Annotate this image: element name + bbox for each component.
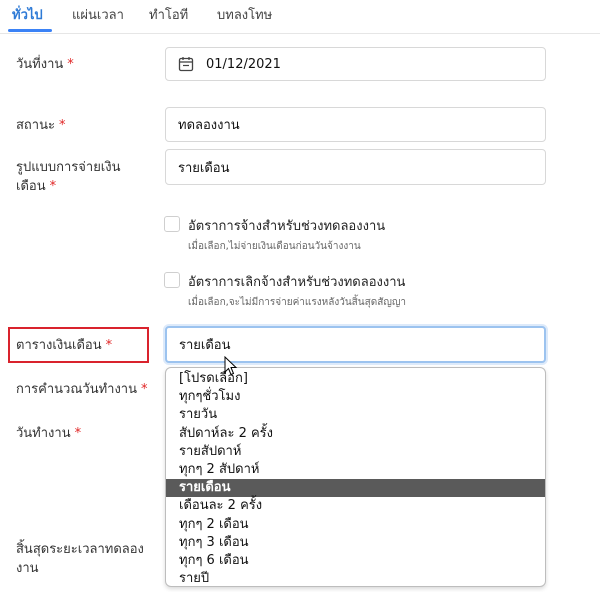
status-label: สถานะ * xyxy=(16,118,66,133)
probation-rate-title: อัตราการจ้างสำหรับช่วงทดลองงาน xyxy=(188,219,386,234)
pay-format-input[interactable]: รายเดือน xyxy=(165,149,546,185)
tab-overtime[interactable]: ทำโอที xyxy=(149,4,188,25)
dropdown-option[interactable]: [โปรดเลือก] xyxy=(166,370,545,388)
mouse-cursor-icon xyxy=(224,355,238,376)
dropdown-option[interactable]: สัปดาห์ละ 2 ครั้ง xyxy=(166,425,545,443)
status-value: ทดลองงาน xyxy=(178,118,240,133)
termination-rate-checkbox[interactable] xyxy=(164,272,180,288)
workday-calc-label: การคำนวณวันทำงาน * xyxy=(16,382,148,397)
pay-format-label: รูปแบบการจ่ายเงิน เดือน * xyxy=(16,160,121,194)
start-date-value: 01/12/2021 xyxy=(206,56,281,72)
tab-bar: ทั่วไป แผ่นเวลา ทำโอที บทลงโทษ xyxy=(0,0,600,34)
status-input[interactable]: ทดลองงาน xyxy=(165,107,546,142)
dropdown-option[interactable]: รายปี xyxy=(166,570,545,586)
tab-timesheet[interactable]: แผ่นเวลา xyxy=(72,4,124,25)
tab-penalty[interactable]: บทลงโทษ xyxy=(217,4,272,25)
workdays-label: วันทำงาน * xyxy=(16,426,82,441)
termination-rate-title: อัตราการเลิกจ้างสำหรับช่วงทดลองงาน xyxy=(188,275,406,290)
pay-schedule-dropdown[interactable]: [โปรดเลือก] ทุกๆชั่วโมง รายวัน สัปดาห์ละ… xyxy=(165,367,546,587)
start-date-label: วันที่งาน * xyxy=(16,57,74,72)
active-tab-indicator xyxy=(8,29,52,32)
pay-format-value: รายเดือน xyxy=(178,160,230,176)
dropdown-option[interactable]: ทุกๆ 2 สัปดาห์ xyxy=(166,461,545,479)
pay-schedule-label: ตารางเงินเดือน * xyxy=(16,338,113,353)
dropdown-option[interactable]: ทุกๆ 3 เดือน xyxy=(166,534,545,552)
dropdown-option[interactable]: ทุกๆ 6 เดือน xyxy=(166,552,545,570)
dropdown-option[interactable]: ทุกๆ 2 เดือน xyxy=(166,516,545,534)
dropdown-option[interactable]: ทุกๆชั่วโมง xyxy=(166,388,545,406)
tab-general[interactable]: ทั่วไป xyxy=(12,4,43,25)
pay-schedule-value: รายเดือน xyxy=(179,338,231,353)
dropdown-option[interactable]: รายวัน xyxy=(166,406,545,424)
probation-end-label: สิ้นสุดระยะเวลาทดลอง งาน xyxy=(16,542,144,576)
probation-rate-hint: เมื่อเลือก,ไม่จ่ายเงินเดือนก่อนวันจ้างงา… xyxy=(188,241,361,252)
pay-schedule-select[interactable]: รายเดือน xyxy=(165,326,546,363)
dropdown-option[interactable]: รายสัปดาห์ xyxy=(166,443,545,461)
termination-rate-hint: เมื่อเลือก,จะไม่มีการจ่ายค่าแรงหลังวันสิ… xyxy=(188,297,406,308)
probation-rate-checkbox[interactable] xyxy=(164,216,180,232)
start-date-input[interactable]: 01/12/2021 xyxy=(165,47,546,81)
dropdown-option-selected[interactable]: รายเดือน xyxy=(166,479,545,498)
dropdown-option[interactable]: เดือนละ 2 ครั้ง xyxy=(166,497,545,515)
calendar-icon xyxy=(178,56,194,72)
